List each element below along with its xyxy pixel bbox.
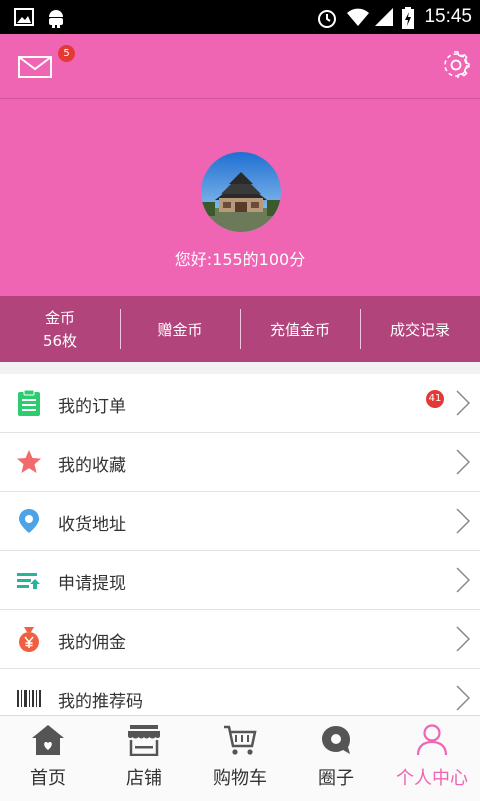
menu-label: 我的佣金 bbox=[58, 633, 126, 653]
message-count-badge: 5 bbox=[58, 45, 75, 62]
nav-label: 购物车 bbox=[213, 768, 267, 789]
recharge-coins-label: 充值金币 bbox=[269, 320, 330, 339]
menu-list: 我的订单 41 我的收藏 收货地址 申请提现 我的佣金 我的推荐码 bbox=[0, 374, 480, 728]
barcode-icon bbox=[17, 690, 41, 707]
transaction-records-button[interactable]: 成交记录 bbox=[360, 296, 480, 362]
coin-stats-bar: 金币 56枚 赠金币 充值金币 成交记录 bbox=[0, 296, 480, 362]
clipboard-icon bbox=[18, 390, 40, 416]
home-icon bbox=[32, 725, 64, 755]
cart-icon bbox=[224, 725, 257, 755]
chevron-right-icon bbox=[456, 567, 470, 593]
nav-cart[interactable]: 购物车 bbox=[192, 716, 288, 801]
nav-label: 圈子 bbox=[318, 768, 354, 789]
battery-icon bbox=[402, 7, 414, 29]
coins-count: 56枚 bbox=[42, 332, 78, 350]
menu-item-withdraw[interactable]: 申请提现 bbox=[0, 551, 480, 610]
nav-label: 个人中心 bbox=[396, 768, 468, 789]
bottom-nav: 首页 店铺 购物车 圈子 个人中心 bbox=[0, 715, 480, 801]
mail-icon[interactable] bbox=[18, 56, 52, 78]
menu-item-commission[interactable]: 我的佣金 bbox=[0, 610, 480, 669]
coins-label: 金币 bbox=[44, 309, 75, 327]
recharge-coins-button[interactable]: 充值金币 bbox=[240, 296, 360, 362]
person-icon bbox=[416, 724, 448, 756]
nav-personal-center[interactable]: 个人中心 bbox=[384, 716, 480, 801]
nav-home[interactable]: 首页 bbox=[0, 716, 96, 801]
alarm-icon bbox=[318, 10, 336, 28]
chevron-right-icon bbox=[456, 508, 470, 534]
signal-icon bbox=[375, 8, 393, 26]
transaction-records-label: 成交记录 bbox=[389, 320, 450, 339]
greeting-text: 您好:155的100分 bbox=[174, 250, 306, 269]
gift-coins-button[interactable]: 赠金币 bbox=[120, 296, 240, 362]
star-icon bbox=[17, 450, 41, 473]
money-bag-icon bbox=[19, 627, 39, 652]
avatar[interactable] bbox=[201, 152, 281, 232]
chevron-right-icon bbox=[456, 626, 470, 652]
clock-time: 15:45 bbox=[424, 6, 472, 27]
menu-label: 我的推荐码 bbox=[58, 692, 143, 712]
nav-label: 店铺 bbox=[126, 768, 162, 789]
menu-item-favorites[interactable]: 我的收藏 bbox=[0, 433, 480, 492]
store-icon bbox=[128, 725, 160, 756]
nav-store[interactable]: 店铺 bbox=[96, 716, 192, 801]
menu-label: 我的收藏 bbox=[58, 456, 126, 476]
orders-count-badge: 41 bbox=[426, 390, 444, 408]
android-icon bbox=[49, 10, 63, 28]
wifi-icon bbox=[347, 8, 369, 26]
status-bar: 15:45 bbox=[0, 0, 480, 34]
menu-item-my-orders[interactable]: 我的订单 41 bbox=[0, 374, 480, 433]
nav-label: 首页 bbox=[30, 768, 66, 789]
gear-icon[interactable] bbox=[442, 51, 470, 79]
nav-circle[interactable]: 圈子 bbox=[288, 716, 384, 801]
menu-label: 申请提现 bbox=[58, 574, 126, 594]
chevron-right-icon bbox=[456, 449, 470, 475]
gallery-icon bbox=[14, 8, 34, 26]
menu-label: 收货地址 bbox=[58, 515, 126, 535]
menu-label: 我的订单 bbox=[58, 397, 126, 417]
chevron-right-icon bbox=[456, 685, 470, 711]
chevron-right-icon bbox=[456, 390, 470, 416]
menu-item-shipping-address[interactable]: 收货地址 bbox=[0, 492, 480, 551]
location-pin-icon bbox=[19, 509, 39, 533]
withdraw-icon bbox=[17, 573, 40, 589]
header-divider bbox=[0, 98, 480, 99]
chat-bubble-icon bbox=[322, 726, 350, 754]
gift-coins-label: 赠金币 bbox=[157, 320, 203, 339]
coins-balance[interactable]: 金币 56枚 bbox=[0, 296, 120, 362]
profile-header: 5 您好:155的100分 bbox=[0, 34, 480, 296]
